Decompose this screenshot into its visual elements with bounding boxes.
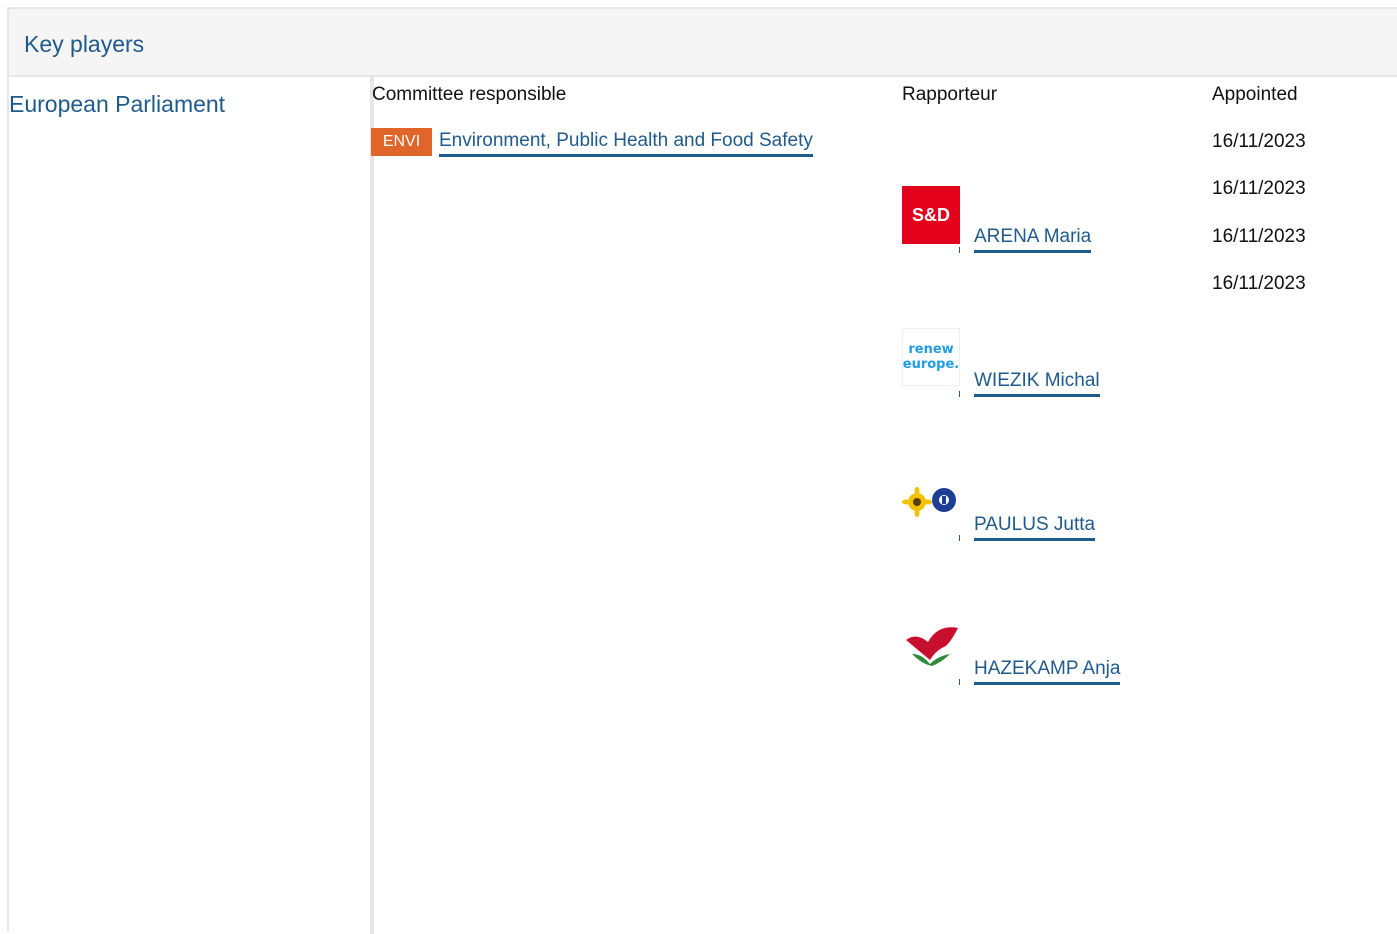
appointed-column-header: Appointed [1212, 84, 1298, 105]
rapporteur-link[interactable]: WIEZIK Michal [974, 370, 1100, 397]
panel-header: Key players [9, 9, 1397, 77]
committee-abbr-badge: ENVI [371, 128, 432, 156]
rapporteur-link[interactable]: ARENA Maria [974, 226, 1092, 253]
panel-title: Key players [24, 31, 145, 57]
link-tick [959, 535, 960, 541]
link-tick [959, 679, 960, 685]
institution-name: European Parliament [9, 91, 226, 117]
s-and-d-logo: S&D [902, 186, 960, 244]
committee-column-header: Committee responsible [372, 84, 567, 105]
link-tick [959, 391, 960, 397]
appointed-date: 16/11/2023 [1212, 226, 1306, 247]
rapporteur-link[interactable]: PAULUS Jutta [974, 514, 1096, 541]
appointed-date: 16/11/2023 [1212, 131, 1306, 152]
institution-column: European Parliament [9, 77, 374, 934]
greens-efa-logo [902, 487, 956, 517]
gue-ngl-logo [906, 627, 958, 666]
rapporteur-link[interactable]: HAZEKAMP Anja [974, 658, 1121, 685]
appointed-date: 16/11/2023 [1212, 273, 1306, 294]
committee-link[interactable]: Environment, Public Health and Food Safe… [439, 130, 813, 157]
appointed-date: 16/11/2023 [1212, 178, 1306, 199]
renew-europe-logo: renew europe. [902, 328, 960, 386]
link-tick [959, 247, 960, 253]
rapporteur-column-header: Rapporteur [902, 84, 998, 105]
